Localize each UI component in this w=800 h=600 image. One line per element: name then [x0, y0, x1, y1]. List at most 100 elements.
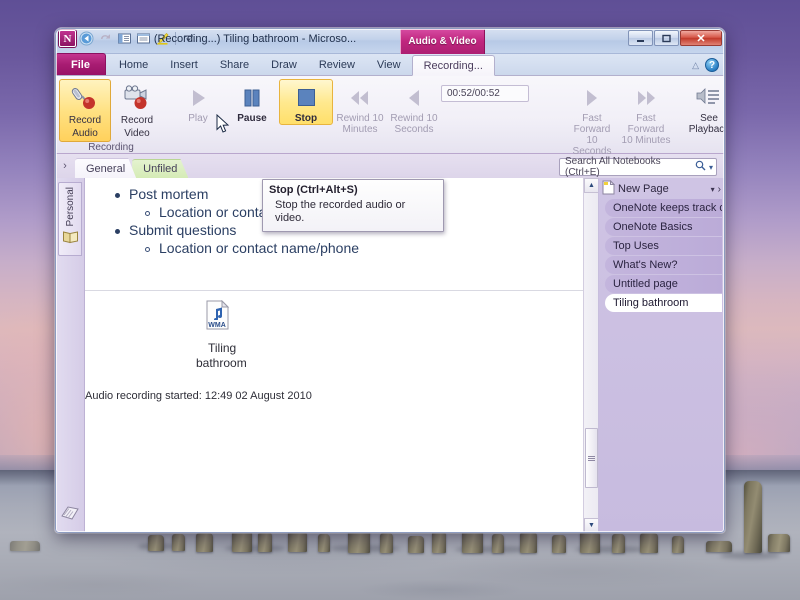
search-placeholder: Search All Notebooks (Ctrl+E)	[565, 156, 661, 178]
forward-single-icon	[579, 83, 605, 113]
bullet-ring-icon	[145, 211, 150, 216]
page-list-item[interactable]: OneNote keeps track of	[605, 199, 722, 217]
stop-button[interactable]: Stop	[279, 79, 333, 125]
attachment-name-line1: Tiling	[208, 341, 237, 355]
note-bullet-text: Post mortem	[129, 186, 209, 202]
record-video-button[interactable]: Record Video	[111, 79, 163, 142]
tab-home[interactable]: Home	[108, 54, 159, 75]
contextual-tab-banner: Audio & Video	[400, 28, 485, 54]
ribbon-group-options: See Playback Audio & Video Settings	[677, 76, 725, 154]
recent-notes-icon[interactable]	[60, 504, 80, 525]
tab-review[interactable]: Review	[308, 54, 366, 75]
stop-button-tooltip: Stop (Ctrl+Alt+S) Stop the recorded audi…	[262, 179, 444, 232]
expand-page-list-icon[interactable]: ›	[718, 184, 721, 195]
onenote-window[interactable]: N (Recording...) Tiling bathroom - Micro…	[55, 28, 725, 533]
new-page-dropdown-icon[interactable]: ▾	[711, 185, 715, 194]
vertical-scroll-thumb[interactable]	[585, 428, 598, 488]
pause-label: Pause	[237, 113, 267, 124]
new-page-icon[interactable]	[602, 179, 616, 198]
tab-insert[interactable]: Insert	[159, 54, 209, 75]
help-icon[interactable]: ?	[705, 58, 719, 72]
stone-pillar	[380, 533, 393, 553]
record-audio-button[interactable]: Record Audio	[59, 79, 111, 142]
close-button[interactable]: ✕	[680, 30, 722, 46]
fast-forward-10-seconds-button[interactable]: Fast Forward 10 Seconds	[565, 79, 619, 158]
play-icon	[185, 83, 211, 113]
record-audio-label-1: Record	[68, 115, 102, 126]
window-controls[interactable]: ✕	[628, 30, 722, 46]
tab-recording[interactable]: Recording...	[411, 55, 495, 76]
see-playback-button[interactable]: See Playback	[681, 79, 725, 136]
tab-file[interactable]: File	[55, 53, 106, 75]
minimize-button[interactable]	[628, 30, 653, 46]
bullet-ring-icon	[145, 247, 150, 252]
stone-pillar	[432, 531, 446, 553]
ribbon-group-label-options: Options	[677, 140, 725, 154]
ribbon-tab-strip[interactable]: File Home Insert Share Draw Review View …	[55, 53, 725, 76]
rewind-10-seconds-button[interactable]: Rewind 10 Seconds	[387, 79, 441, 136]
stone-pillar	[612, 534, 625, 553]
wma-audio-file-icon[interactable]: WMA	[205, 299, 231, 333]
vertical-scrollbar[interactable]: ▲ ▼	[583, 178, 598, 533]
stone-pillar	[552, 535, 566, 553]
stone-pillar	[10, 541, 40, 551]
contextual-tab-label: Audio & Video	[408, 35, 477, 47]
record-audio-label-2: Audio	[72, 128, 98, 139]
play-button[interactable]: Play	[171, 79, 225, 125]
section-tab-row[interactable]: › General Unfiled Search All Notebooks (…	[55, 154, 725, 178]
magnifier-icon[interactable]	[695, 160, 706, 174]
ribbon-group-playback: Play Pause Stop Rewind 10 Minutes Rewind…	[167, 76, 677, 169]
section-tab-unfiled[interactable]: Unfiled	[132, 159, 188, 178]
new-page-row[interactable]: New Page ▾ ›	[599, 179, 725, 198]
collapse-ribbon-icon[interactable]: △	[692, 60, 699, 71]
stone-pillar	[172, 534, 185, 551]
fast-forward-10-minutes-button[interactable]: Fast Forward 10 Minutes	[619, 79, 673, 147]
tab-share[interactable]: Share	[209, 54, 260, 75]
tab-draw[interactable]: Draw	[260, 54, 308, 75]
notebook-tab-personal[interactable]: Personal	[58, 182, 82, 256]
title-bar[interactable]: N (Recording...) Tiling bathroom - Micro…	[55, 28, 725, 54]
stone-pillar	[706, 541, 732, 552]
attachment-name-line2: bathroom	[196, 356, 247, 370]
audio-attachment[interactable]: WMA Tiling bathroom	[196, 299, 247, 371]
tooltip-title: Stop (Ctrl+Alt+S)	[269, 184, 358, 196]
stone-pillar	[288, 531, 307, 552]
tooltip-description: Stop the recorded audio or video.	[275, 199, 406, 224]
record-video-label-1: Record	[120, 115, 154, 126]
ribbon[interactable]: Record Audio Record Video Recording Play…	[55, 76, 725, 169]
page-list-item-selected[interactable]: Tiling bathroom	[605, 294, 722, 312]
search-dropdown-icon[interactable]: ▾	[709, 163, 713, 172]
scroll-down-button[interactable]: ▼	[584, 518, 598, 533]
tab-view[interactable]: View	[366, 54, 412, 75]
stone-pillar	[768, 534, 790, 552]
note-divider	[85, 290, 586, 291]
stone-shadow	[720, 552, 780, 559]
page-list-item[interactable]: Top Uses	[605, 237, 722, 255]
microphone-record-icon	[70, 83, 100, 113]
new-page-label: New Page	[618, 183, 669, 195]
rewind-10-minutes-button[interactable]: Rewind 10 Minutes	[333, 79, 387, 136]
ribbon-group-label-recording: Recording	[88, 142, 134, 153]
svg-text:WMA: WMA	[208, 322, 226, 329]
note-bullet-level2[interactable]: Location or contact name/phone	[145, 240, 359, 256]
stone-pillar	[640, 533, 658, 553]
notebook-rail[interactable]: Personal	[55, 178, 85, 533]
ribbon-right-controls[interactable]: △ ?	[692, 58, 719, 72]
search-input[interactable]: Search All Notebooks (Ctrl+E) ▾	[559, 156, 717, 178]
expand-navigation-icon[interactable]: ›	[55, 154, 75, 178]
stop-label: Stop	[294, 113, 318, 124]
section-tab-general[interactable]: General	[75, 158, 136, 178]
bullet-dot-icon	[115, 193, 120, 198]
camcorder-record-icon	[122, 83, 152, 113]
ribbon-group-recording: Record Audio Record Video Recording	[55, 76, 167, 154]
pause-button[interactable]: Pause	[225, 79, 279, 125]
rewind-double-icon	[345, 83, 375, 113]
scroll-up-button[interactable]: ▲	[584, 178, 598, 193]
page-list-item[interactable]: What's New?	[605, 256, 722, 274]
window-title: (Recording...) Tiling bathroom - Microso…	[153, 33, 357, 45]
stone-pillar	[232, 530, 252, 552]
page-list-item[interactable]: OneNote Basics	[605, 218, 722, 236]
page-list-item[interactable]: Untitled page	[605, 275, 722, 293]
page-list-pane[interactable]: New Page ▾ › OneNote keeps track of OneN…	[599, 178, 725, 533]
maximize-button[interactable]	[654, 30, 679, 46]
